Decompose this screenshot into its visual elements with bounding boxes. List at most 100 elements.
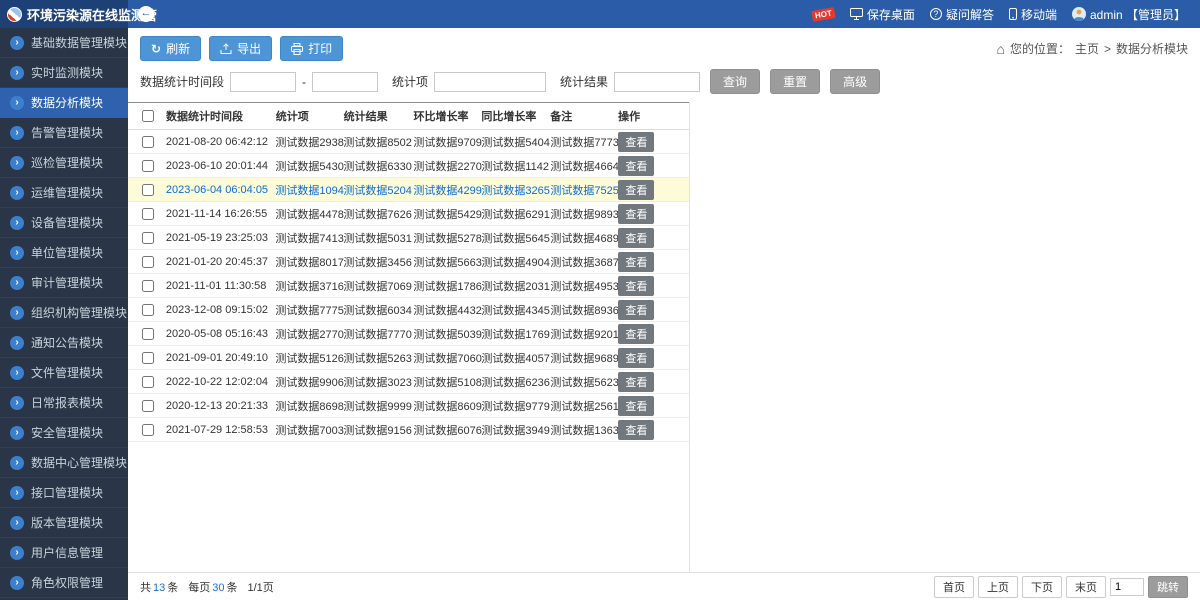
cell-result: 测试数据6034 <box>339 302 409 318</box>
page-button[interactable]: 上页 <box>978 576 1018 598</box>
sidebar-item-label: 组织机构管理模块 <box>31 304 127 321</box>
view-button[interactable]: 查看 <box>618 300 654 320</box>
cell-yoy: 测试数据3265 <box>477 182 546 198</box>
row-checkbox[interactable] <box>142 136 154 148</box>
sidebar-item[interactable]: ›设备管理模块 <box>0 208 128 238</box>
cell-result: 测试数据7770 <box>339 326 409 342</box>
breadcrumb-home[interactable]: 主页 <box>1075 40 1099 57</box>
view-button[interactable]: 查看 <box>618 252 654 272</box>
chevron-circle-icon: › <box>10 186 24 200</box>
cell-yoy: 测试数据4057 <box>477 350 546 366</box>
cell-item: 测试数据8017 <box>271 254 339 270</box>
sidebar-item-label: 设备管理模块 <box>31 214 103 231</box>
chevron-circle-icon: › <box>10 126 24 140</box>
jump-page-input[interactable] <box>1110 578 1144 596</box>
view-button[interactable]: 查看 <box>618 156 654 176</box>
advanced-button[interactable]: 高级 <box>830 69 880 94</box>
sidebar-item[interactable]: ›数据中心管理模块 <box>0 448 128 478</box>
row-checkbox[interactable] <box>142 184 154 196</box>
view-button[interactable]: 查看 <box>618 276 654 296</box>
nav-item-help[interactable]: ? 疑问解答 <box>930 6 994 23</box>
nav-item-save-desktop[interactable]: 保存桌面 <box>850 6 915 23</box>
question-icon: ? <box>930 8 942 20</box>
sidebar-item[interactable]: ›巡检管理模块 <box>0 148 128 178</box>
reset-button[interactable]: 重置 <box>770 69 820 94</box>
time-start-input[interactable] <box>230 72 296 92</box>
sidebar-item[interactable]: › 运维管理模块 <box>0 178 128 208</box>
search-button[interactable]: 查询 <box>710 69 760 94</box>
cell-yoy: 测试数据6291 <box>477 206 546 222</box>
col-item: 统计项 <box>272 108 340 124</box>
jump-button[interactable]: 跳转 <box>1148 576 1188 598</box>
row-checkbox[interactable] <box>142 376 154 388</box>
view-button[interactable]: 查看 <box>618 180 654 200</box>
sidebar-item[interactable]: ›数据分析模块 <box>0 88 128 118</box>
sidebar-item[interactable]: ›版本管理模块 <box>0 508 128 538</box>
table-row: 2020-05-08 05:16:43测试数据2770测试数据7770测试数据5… <box>128 322 689 346</box>
sidebar-item[interactable]: ›接口管理模块 <box>0 478 128 508</box>
row-checkbox[interactable] <box>142 400 154 412</box>
mobile-icon <box>1009 8 1017 20</box>
home-icon: ⌂ <box>996 43 1004 55</box>
row-checkbox[interactable] <box>142 280 154 292</box>
row-checkbox[interactable] <box>142 328 154 340</box>
time-end-input[interactable] <box>312 72 378 92</box>
row-checkbox[interactable] <box>142 160 154 172</box>
sidebar-item[interactable]: ›单位管理模块 <box>0 238 128 268</box>
sidebar-item-label: 运维管理模块 <box>31 184 103 201</box>
stat-item-input[interactable] <box>434 72 546 92</box>
sidebar-item[interactable]: ›角色权限管理 <box>0 568 128 598</box>
view-button[interactable]: 查看 <box>618 396 654 416</box>
record-summary: 共13条每页30条1/1页 <box>140 579 276 595</box>
refresh-button[interactable]: ↻ 刷新 <box>140 36 201 61</box>
export-label: 导出 <box>237 40 261 57</box>
sidebar-item[interactable]: ›审计管理模块 <box>0 268 128 298</box>
nav-item-user[interactable]: admin 【管理员】 <box>1072 6 1186 23</box>
export-button[interactable]: 导出 <box>209 36 272 61</box>
back-circle-icon[interactable]: ← <box>138 6 154 22</box>
cell-mom: 测试数据4432 <box>409 302 477 318</box>
sidebar-item[interactable]: ›基础数据管理模块 <box>0 28 128 58</box>
view-button[interactable]: 查看 <box>618 132 654 152</box>
view-button[interactable]: 查看 <box>618 324 654 344</box>
sidebar-item[interactable]: ›组织机构管理模块 <box>0 298 128 328</box>
sidebar-item[interactable]: ›用户信息管理 <box>0 538 128 568</box>
page-button[interactable]: 末页 <box>1066 576 1106 598</box>
cell-result: 测试数据7069 <box>339 278 409 294</box>
cell-item: 测试数据7413 <box>271 230 339 246</box>
sidebar-item[interactable]: ›实时监测模块 <box>0 58 128 88</box>
sidebar-item[interactable]: ›通知公告模块 <box>0 328 128 358</box>
cell-note: 测试数据2561 <box>546 398 614 414</box>
view-button[interactable]: 查看 <box>618 204 654 224</box>
select-all-checkbox[interactable] <box>142 110 154 122</box>
row-checkbox[interactable] <box>142 352 154 364</box>
cell-time: 2020-05-08 05:16:43 <box>162 328 271 340</box>
view-button[interactable]: 查看 <box>618 372 654 392</box>
cell-note: 测试数据4689 <box>546 230 614 246</box>
sidebar-item[interactable]: ›安全管理模块 <box>0 418 128 448</box>
row-checkbox[interactable] <box>142 208 154 220</box>
chevron-circle-icon: › <box>10 366 24 380</box>
sidebar-item[interactable]: ›告警管理模块 <box>0 118 128 148</box>
stat-result-input[interactable] <box>614 72 700 92</box>
view-button[interactable]: 查看 <box>618 228 654 248</box>
cell-mom: 测试数据5278 <box>409 230 477 246</box>
page-button[interactable]: 首页 <box>934 576 974 598</box>
row-checkbox[interactable] <box>142 424 154 436</box>
refresh-icon: ↻ <box>151 43 161 55</box>
nav-item-mobile[interactable]: 移动端 <box>1009 6 1057 23</box>
view-button[interactable]: 查看 <box>618 420 654 440</box>
page-button[interactable]: 下页 <box>1022 576 1062 598</box>
row-checkbox[interactable] <box>142 304 154 316</box>
print-button[interactable]: 打印 <box>280 36 343 61</box>
col-actions: 操作 <box>614 108 689 124</box>
sidebar-item-label: 版本管理模块 <box>31 514 103 531</box>
row-checkbox[interactable] <box>142 256 154 268</box>
table-row: 2021-11-01 11:30:58测试数据3716测试数据7069测试数据1… <box>128 274 689 298</box>
row-checkbox[interactable] <box>142 232 154 244</box>
table-row: 2021-05-19 23:25:03测试数据7413测试数据5031测试数据5… <box>128 226 689 250</box>
sidebar-item[interactable]: ›日常报表模块 <box>0 388 128 418</box>
sidebar-item[interactable]: ›文件管理模块 <box>0 358 128 388</box>
view-button[interactable]: 查看 <box>618 348 654 368</box>
desktop-icon <box>850 8 863 20</box>
